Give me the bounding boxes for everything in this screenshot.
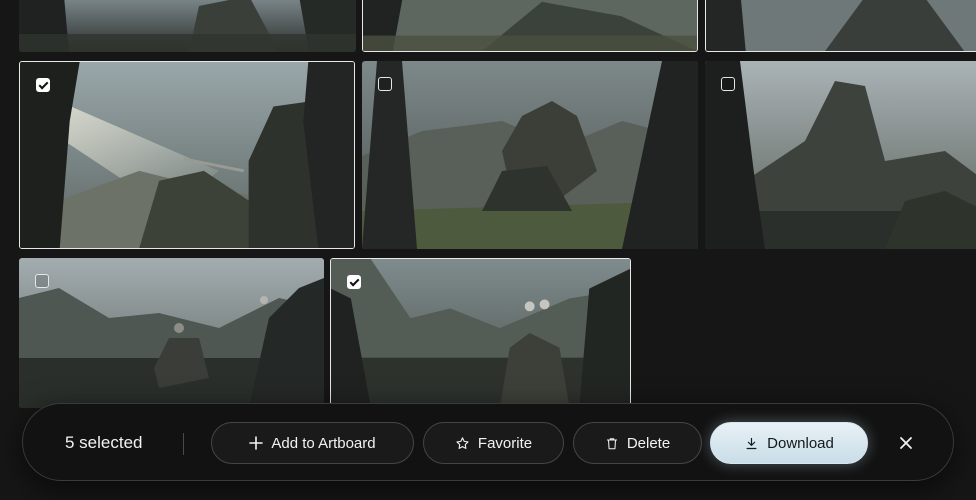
- delete-button[interactable]: Delete: [573, 422, 702, 464]
- selection-checkbox[interactable]: [36, 78, 50, 92]
- add-to-artboard-button[interactable]: Add to Artboard: [211, 422, 414, 464]
- gallery-tile[interactable]: [705, 61, 976, 249]
- gallery-tile[interactable]: [19, 0, 356, 52]
- mountain-landscape-image: [19, 258, 324, 408]
- gallery-tile[interactable]: [19, 61, 355, 249]
- download-icon: [746, 437, 757, 449]
- selection-action-bar: 5 selected Add to Artboard Favorite Dele…: [22, 403, 954, 481]
- delete-label: Delete: [626, 434, 671, 452]
- selection-checkbox[interactable]: [721, 77, 735, 91]
- selected-count: 5 selected: [65, 433, 143, 452]
- mountain-landscape-image: [331, 259, 630, 407]
- plus-icon: [249, 436, 264, 450]
- mountain-landscape-image: [19, 0, 356, 52]
- mountain-landscape-image: [362, 61, 698, 249]
- download-button[interactable]: Download: [710, 422, 868, 464]
- mountain-landscape-image: [706, 0, 976, 51]
- mountain-landscape-image: [20, 62, 354, 248]
- selection-checkbox[interactable]: [347, 275, 361, 289]
- gallery-tile[interactable]: [330, 258, 631, 408]
- toolbar-divider: [183, 433, 184, 455]
- gallery-tile[interactable]: [362, 0, 698, 52]
- favorite-label: Favorite: [477, 434, 533, 452]
- trash-icon: [606, 437, 618, 449]
- favorite-button[interactable]: Favorite: [423, 422, 564, 464]
- gallery-tile[interactable]: [362, 61, 698, 249]
- gallery-tile[interactable]: [19, 258, 324, 408]
- selection-checkbox[interactable]: [35, 274, 49, 288]
- mountain-landscape-image: [705, 61, 976, 249]
- mountain-landscape-image: [363, 0, 697, 51]
- add-to-artboard-label: Add to Artboard: [271, 434, 376, 452]
- download-label: Download: [767, 434, 834, 452]
- close-icon[interactable]: [893, 430, 919, 456]
- selection-checkbox[interactable]: [378, 77, 392, 91]
- gallery-tile[interactable]: [705, 0, 976, 52]
- star-icon: [456, 436, 469, 449]
